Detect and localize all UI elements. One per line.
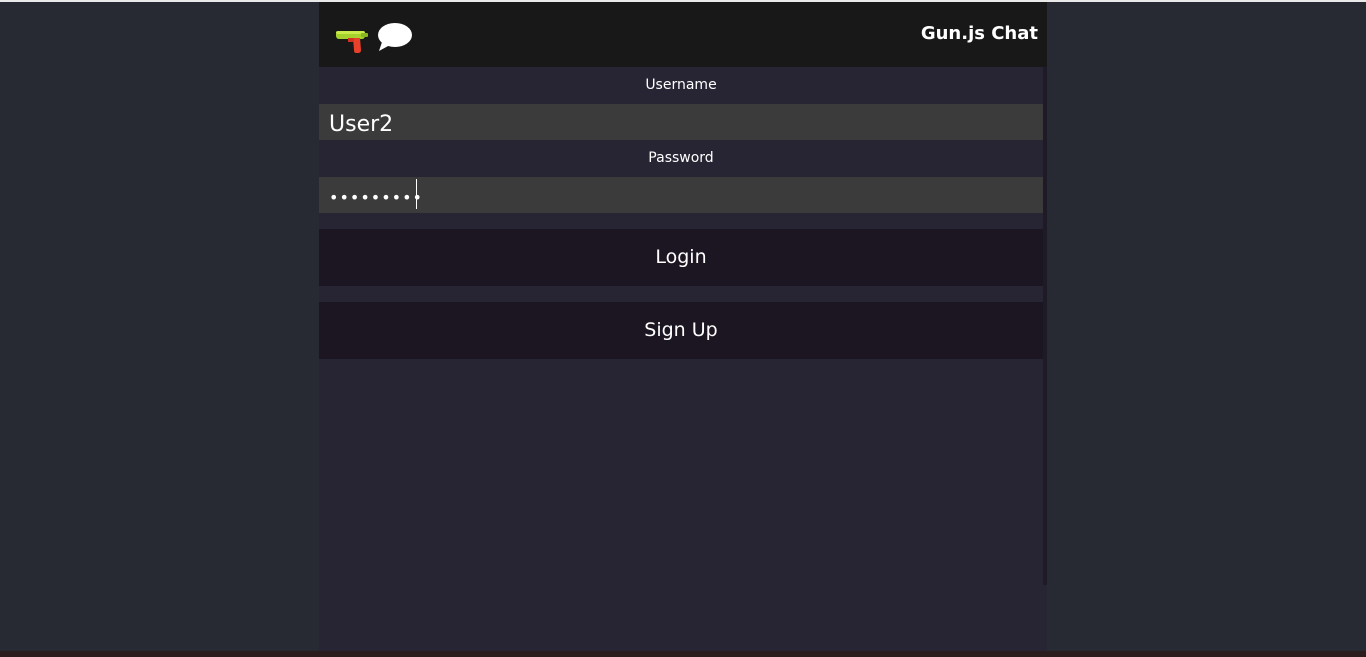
taskbar-edge <box>0 651 1366 657</box>
password-input[interactable] <box>319 177 1043 213</box>
speech-bubble-icon <box>378 23 412 51</box>
password-label: Password <box>648 150 714 166</box>
signup-button[interactable]: Sign Up <box>319 302 1043 359</box>
app-header: Gun.js Chat <box>319 2 1047 67</box>
username-input[interactable] <box>319 104 1043 140</box>
scrollbar[interactable] <box>1043 67 1047 585</box>
water-gun-icon <box>336 31 368 53</box>
text-cursor <box>416 179 417 209</box>
login-button[interactable]: Login <box>319 229 1043 286</box>
chat-app: Gun.js Chat Username Password Login Sign… <box>319 2 1047 651</box>
username-label: Username <box>645 77 717 93</box>
app-title: Gun.js Chat <box>920 23 1038 44</box>
